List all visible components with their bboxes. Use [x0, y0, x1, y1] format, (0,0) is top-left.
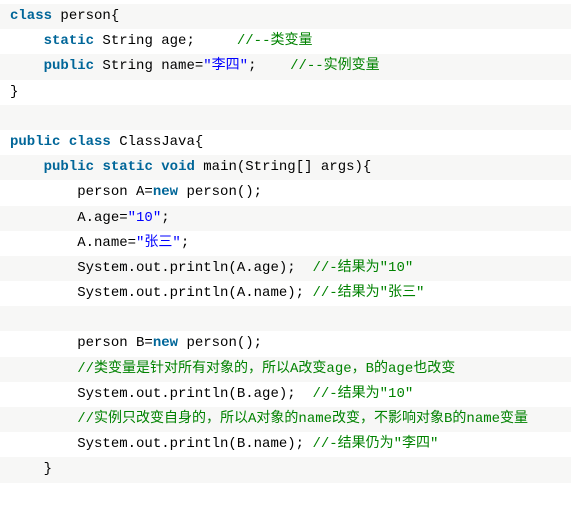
code-token: }: [10, 461, 52, 477]
code-line: [0, 306, 571, 331]
code-token: public: [10, 134, 60, 150]
code-token: [10, 159, 44, 175]
code-token: [10, 361, 77, 377]
code-token: public: [44, 58, 94, 74]
code-token: static: [102, 159, 152, 175]
code-token: person();: [178, 335, 262, 351]
code-token: "10": [128, 210, 162, 226]
code-token: //--类变量: [237, 33, 313, 49]
code-token: static: [44, 33, 94, 49]
code-token: class: [69, 134, 111, 150]
code-token: "李四": [203, 58, 248, 74]
code-line: A.age="10";: [0, 206, 571, 231]
code-token: [10, 58, 44, 74]
code-line: [0, 105, 571, 130]
code-token: System.out.println(B.name);: [10, 436, 312, 452]
code-line: System.out.println(A.age); //-结果为"10": [0, 256, 571, 281]
code-line: static String age; //--类变量: [0, 29, 571, 54]
code-token: String age;: [94, 33, 237, 49]
code-token: [10, 310, 18, 326]
code-block: class person{ static String age; //--类变量…: [0, 4, 571, 483]
code-token: ;: [248, 58, 290, 74]
code-token: A.age=: [10, 210, 128, 226]
code-token: A.name=: [10, 235, 136, 251]
code-line: //实例只改变自身的，所以A对象的name改变，不影响对象B的name变量: [0, 407, 571, 432]
code-token: ;: [181, 235, 189, 251]
code-line: System.out.println(B.name); //-结果仍为"李四": [0, 432, 571, 457]
code-token: System.out.println(B.age);: [10, 386, 312, 402]
code-token: String name=: [94, 58, 203, 74]
code-token: new: [153, 335, 178, 351]
code-token: [153, 159, 161, 175]
code-token: person A=: [10, 184, 153, 200]
code-token: //实例只改变自身的，所以A对象的name改变，不影响对象B的name变量: [77, 411, 528, 427]
code-token: person B=: [10, 335, 153, 351]
code-token: }: [10, 84, 18, 100]
code-token: //-结果仍为"李四": [312, 436, 438, 452]
code-line: //类变量是针对所有对象的，所以A改变age，B的age也改变: [0, 357, 571, 382]
code-line: public static void main(String[] args){: [0, 155, 571, 180]
code-token: System.out.println(A.age);: [10, 260, 312, 276]
code-line: }: [0, 80, 571, 105]
code-token: public: [44, 159, 94, 175]
code-line: A.name="张三";: [0, 231, 571, 256]
code-token: //类变量是针对所有对象的，所以A改变age，B的age也改变: [77, 361, 455, 377]
code-token: System.out.println(A.name);: [10, 285, 312, 301]
code-token: //-结果为"张三": [312, 285, 424, 301]
code-line: person A=new person();: [0, 180, 571, 205]
code-token: person{: [52, 8, 119, 24]
code-token: ClassJava{: [111, 134, 203, 150]
code-line: System.out.println(B.age); //-结果为"10": [0, 382, 571, 407]
code-token: person();: [178, 184, 262, 200]
code-token: //-结果为"10": [312, 386, 413, 402]
code-token: //--实例变量: [290, 58, 380, 74]
code-token: void: [161, 159, 195, 175]
code-token: new: [153, 184, 178, 200]
code-token: //-结果为"10": [312, 260, 413, 276]
code-line: class person{: [0, 4, 571, 29]
code-line: public String name="李四"; //--实例变量: [0, 54, 571, 79]
code-token: ;: [161, 210, 169, 226]
code-line: person B=new person();: [0, 331, 571, 356]
code-token: [10, 33, 44, 49]
code-token: "张三": [136, 235, 181, 251]
code-token: class: [10, 8, 52, 24]
code-line: public class ClassJava{: [0, 130, 571, 155]
code-token: main(String[] args){: [195, 159, 371, 175]
code-token: [10, 109, 18, 125]
code-line: System.out.println(A.name); //-结果为"张三": [0, 281, 571, 306]
code-token: [60, 134, 68, 150]
code-token: [10, 411, 77, 427]
code-line: }: [0, 457, 571, 482]
